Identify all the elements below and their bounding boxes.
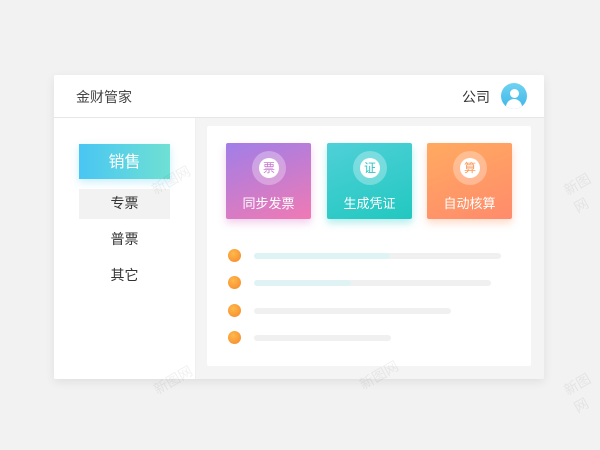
auto-accounting-card[interactable]: 算 自动核算	[427, 143, 512, 219]
list-item[interactable]	[207, 331, 531, 345]
calculate-icon-char: 算	[460, 158, 480, 178]
invoice-icon: 票	[252, 151, 286, 185]
auto-accounting-label: 自动核算	[443, 197, 496, 212]
sales-button[interactable]: 销售	[79, 144, 170, 179]
bullet-dot	[228, 331, 241, 344]
sidebar-item-normal-invoice[interactable]: 普票	[79, 225, 170, 255]
sidebar: 销售 专票 普票 其它	[54, 118, 196, 379]
row-track	[254, 280, 491, 286]
calculate-icon: 算	[453, 151, 487, 185]
title-bar: 金财管家 公司	[54, 75, 544, 118]
bullet-dot	[228, 249, 241, 262]
app-window: 金财管家 公司 销售 专票 普票 其它 票 同步发票 证 生成凭证 算 自动核算	[54, 75, 544, 379]
sidebar-item-other[interactable]: 其它	[79, 261, 170, 291]
list-item[interactable]	[207, 276, 531, 290]
voucher-icon: 证	[353, 151, 387, 185]
sync-invoice-card[interactable]: 票 同步发票	[226, 143, 311, 219]
main-area: 票 同步发票 证 生成凭证 算 自动核算	[196, 118, 544, 379]
bullet-dot	[228, 276, 241, 289]
app-title: 金财管家	[76, 90, 132, 106]
bullet-dot	[228, 304, 241, 317]
row-track	[254, 308, 451, 314]
sidebar-item-special-invoice[interactable]: 专票	[79, 189, 170, 219]
avatar-head	[510, 89, 519, 98]
voucher-icon-char: 证	[360, 158, 380, 178]
watermark: 新图网	[561, 171, 594, 217]
row-track	[254, 335, 391, 341]
avatar-body	[506, 99, 522, 109]
invoice-icon-char: 票	[259, 158, 279, 178]
row-track	[254, 253, 501, 259]
watermark: 新图网	[561, 371, 594, 417]
company-link[interactable]: 公司	[462, 87, 490, 107]
generate-voucher-label: 生成凭证	[343, 197, 396, 212]
content-panel: 票 同步发票 证 生成凭证 算 自动核算	[207, 126, 531, 366]
progress-fill	[254, 280, 352, 286]
user-avatar-icon[interactable]	[501, 83, 527, 109]
generate-voucher-card[interactable]: 证 生成凭证	[327, 143, 412, 219]
sync-invoice-label: 同步发票	[242, 197, 295, 212]
list-item[interactable]	[207, 304, 531, 318]
list-item[interactable]	[207, 249, 531, 263]
progress-fill	[254, 253, 390, 259]
